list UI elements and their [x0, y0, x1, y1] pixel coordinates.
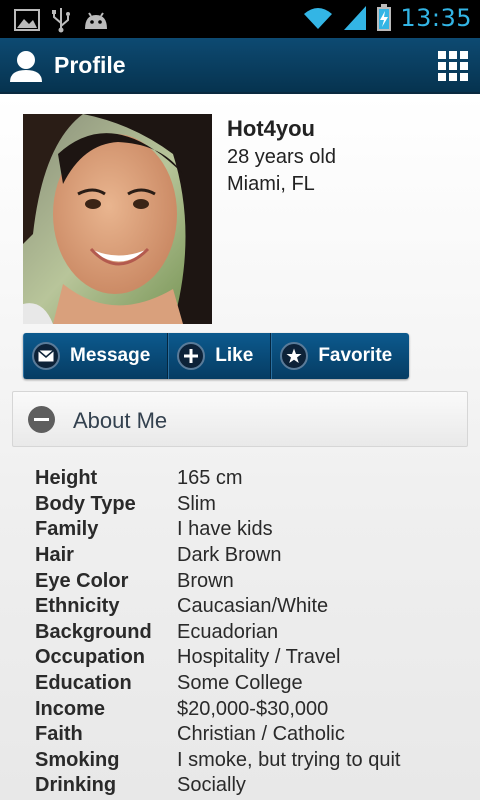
detail-value: Hospitality / Travel [177, 646, 341, 669]
detail-row: Family I have kids [35, 517, 465, 543]
like-button[interactable]: Like [168, 333, 272, 379]
detail-row: Body Type Slim [35, 492, 465, 518]
detail-value: Some College [177, 672, 303, 695]
detail-value: Socially [177, 774, 246, 797]
detail-value: Dark Brown [177, 544, 282, 567]
detail-value: Ecuadorian [177, 620, 279, 643]
message-button[interactable]: Message [23, 333, 169, 379]
action-button-bar: Message Like Favorite [23, 333, 410, 379]
profile-age: 28 years old [227, 146, 336, 168]
detail-value: I smoke, but trying to quit [177, 748, 401, 771]
section-title: About Me [73, 408, 168, 433]
detail-row: Hair Dark Brown [35, 543, 465, 569]
detail-label: Eye Color [35, 569, 129, 592]
detail-value: Brown [177, 569, 234, 592]
detail-label: Background [35, 620, 152, 643]
profile-info: Hot4you 28 years old Miami, FL [227, 116, 336, 196]
user-icon[interactable] [8, 48, 44, 84]
profile-photo[interactable] [23, 114, 212, 324]
profile-location: Miami, FL [227, 173, 315, 195]
detail-value: $20,000-$30,000 [177, 697, 329, 720]
clock: 13:35 [400, 4, 472, 32]
detail-label: Hair [35, 544, 74, 567]
signal-icon [344, 6, 367, 30]
detail-row: Faith Christian / Catholic [35, 722, 465, 748]
android-icon [85, 12, 107, 29]
detail-row: Ethnicity Caucasian/White [35, 594, 465, 620]
detail-row: Height 165 cm [35, 466, 465, 492]
detail-label: Drinking [35, 774, 117, 797]
detail-value: Slim [177, 492, 216, 515]
detail-row: Background Ecuadorian [35, 620, 465, 646]
detail-label: Education [35, 672, 132, 695]
about-details: Height 165 cm Body Type Slim Family I have … [35, 466, 465, 799]
detail-value: I have kids [177, 518, 273, 541]
favorite-button[interactable]: Favorite [271, 333, 410, 379]
detail-label: Ethnicity [35, 595, 120, 618]
detail-value: Caucasian/White [177, 595, 329, 618]
detail-label: Income [35, 697, 106, 720]
plus-icon [177, 342, 206, 370]
status-bar: 13:35 [0, 0, 480, 38]
grid-menu-icon[interactable] [438, 51, 468, 81]
detail-row: Education Some College [35, 671, 465, 697]
detail-label: Family [35, 518, 99, 541]
usb-icon [52, 8, 70, 33]
page-title: Profile [54, 52, 126, 78]
app-bar: Profile [0, 38, 480, 94]
detail-row: Occupation Hospitality / Travel [35, 645, 465, 671]
detail-label: Occupation [35, 646, 146, 669]
detail-label: Body Type [35, 492, 136, 515]
detail-row: Drinking Socially [35, 773, 465, 799]
profile-content: Hot4you 28 years old Miami, FL Message L… [0, 94, 480, 800]
detail-label: Smoking [35, 748, 120, 771]
wifi-icon [304, 8, 333, 29]
star-icon [280, 342, 309, 370]
battery-charging-icon [377, 4, 392, 31]
favorite-label: Favorite [318, 345, 393, 366]
gallery-icon [14, 9, 40, 31]
envelope-icon [32, 342, 60, 370]
like-label: Like [215, 345, 254, 366]
detail-label: Faith [35, 723, 83, 746]
detail-value: 165 cm [177, 467, 243, 490]
message-label: Message [70, 345, 151, 366]
detail-row: Income $20,000-$30,000 [35, 696, 465, 722]
detail-label: Height [35, 467, 98, 490]
detail-row: Eye Color Brown [35, 568, 465, 594]
collapse-icon[interactable] [28, 406, 55, 433]
detail-row: Smoking I smoke, but trying to quit [35, 748, 465, 774]
detail-value: Christian / Catholic [177, 723, 345, 746]
profile-name: Hot4you [227, 116, 315, 141]
about-me-header[interactable]: About Me [12, 391, 468, 447]
